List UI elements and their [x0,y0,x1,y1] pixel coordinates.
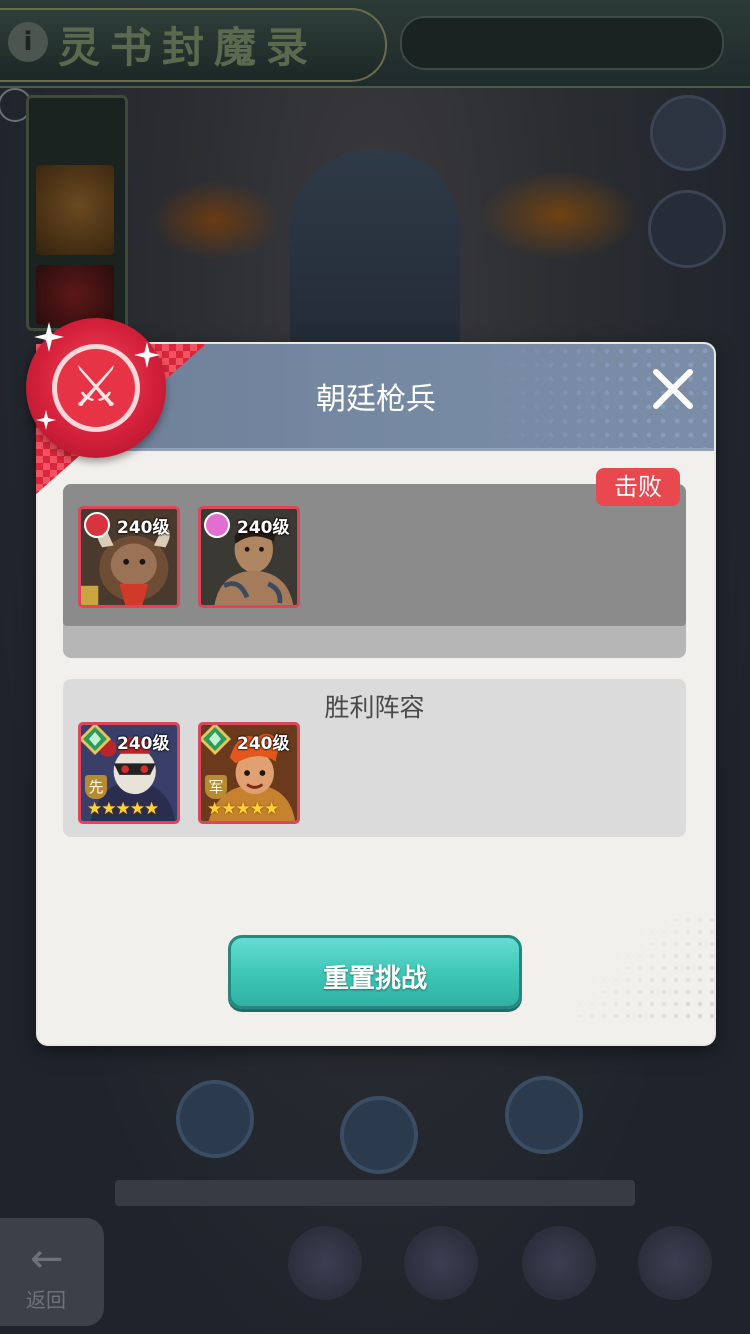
green-diamond-rank-icon [81,725,111,755]
victory-hero-card[interactable]: 240级 先 ★★★★★ [78,722,180,824]
crossed-swords-icon: ⚔ [70,355,122,420]
side-card [36,265,114,325]
info-icon[interactable]: i [8,22,48,62]
side-card [36,165,114,255]
back-label: 返回 [26,1288,66,1312]
event-title: 灵书封魔录 [58,23,319,72]
dock-house-icon [638,1226,712,1300]
hero-level: 240级 [117,734,170,754]
map-node-icon [505,1076,583,1154]
fire-decor [480,170,640,260]
defeat-badge: 击败 [596,468,680,506]
reset-challenge-button[interactable]: 重置挑战 [228,935,522,1009]
dock-book-icon [522,1226,596,1300]
hero-level: 240级 [237,734,290,754]
enemy-hero-card[interactable]: 240级 [198,506,300,608]
heart-faction-icon [204,512,230,538]
victory-lineup-title: 胜利阵容 [324,693,425,722]
reset-challenge-label: 重置挑战 [322,964,427,994]
avatar [648,190,726,268]
hint-bar [115,1180,635,1206]
hero-class-tag: 先 [85,775,107,799]
fire-decor [150,180,280,260]
hero-stars: ★★★★★ [207,799,279,819]
flower-faction-icon [84,512,110,538]
map-node-icon [176,1080,254,1158]
hero-level: 240级 [237,518,290,538]
back-arrow-icon: ← [30,1236,64,1282]
close-icon[interactable] [648,364,698,414]
green-diamond-rank-icon [201,725,231,755]
top-info-plate [400,16,724,70]
enemy-hero-card[interactable]: 240级 [78,506,180,608]
hero-level: 240级 [117,518,170,538]
gate-decor [290,150,460,350]
dock-helmet-icon [404,1226,478,1300]
victory-hero-card[interactable]: 240级 军 ★★★★★ [198,722,300,824]
hero-class-tag: 军 [205,775,227,799]
map-node-icon [340,1096,418,1174]
dock-sword-icon [288,1226,362,1300]
corner-pattern [574,914,714,1024]
avatar [650,95,726,171]
hero-stars: ★★★★★ [87,799,159,819]
